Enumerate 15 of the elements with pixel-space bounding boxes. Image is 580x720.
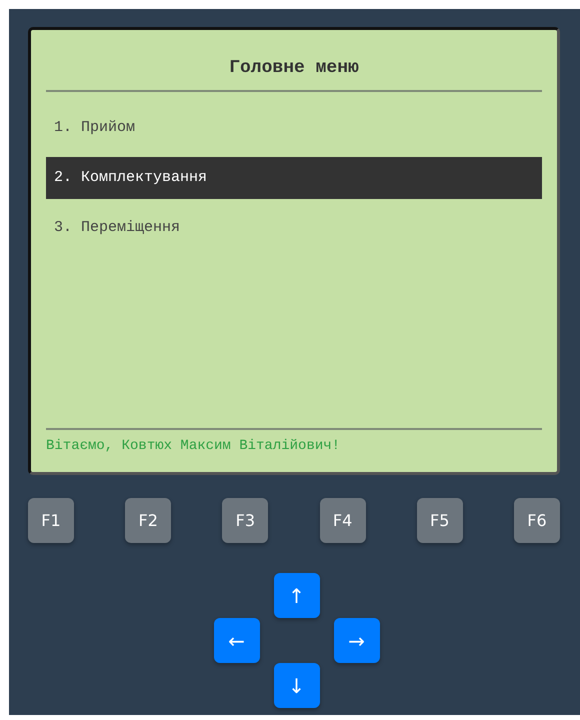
arrow-key[interactable]: → [334,618,380,663]
arrow-key[interactable]: ↑ [274,573,320,618]
menu-item[interactable]: 2. Комплектування [46,157,542,199]
function-key[interactable]: F3 [222,498,268,543]
arrow-key[interactable]: ↓ [274,663,320,708]
arrow-key[interactable]: ← [214,618,260,663]
screen-title: Головне меню [228,57,360,80]
menu-item[interactable]: 3. Переміщення [46,207,542,249]
welcome-message: Вітаємо, Ковтюх Максим Віталійович! [46,437,342,456]
menu-item[interactable]: 1. Прийом [46,107,542,149]
function-key[interactable]: F2 [125,498,172,543]
function-key[interactable]: F1 [28,498,74,543]
function-key[interactable]: F4 [320,498,366,543]
function-key[interactable]: F5 [416,498,463,543]
function-key[interactable]: F6 [514,498,560,543]
